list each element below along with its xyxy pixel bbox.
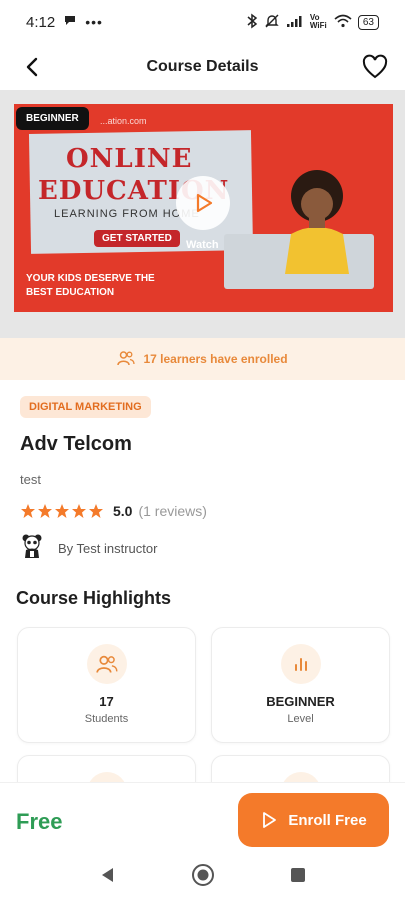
circle-home-icon <box>191 863 214 886</box>
star-rating <box>20 503 104 519</box>
play-icon <box>196 193 213 213</box>
level-badge: BEGINNER <box>16 107 89 130</box>
bar-chart-icon <box>280 644 321 684</box>
heart-icon <box>362 54 388 79</box>
users-icon <box>86 644 127 684</box>
enroll-button-label: Enroll Free <box>288 811 367 829</box>
course-preview[interactable]: ...ation.com ONLINE EDUCATION LEARNING F… <box>0 90 405 338</box>
star-icon <box>55 504 69 518</box>
instructor-name: By Test instructor <box>58 541 158 556</box>
back-button[interactable] <box>20 54 46 80</box>
students-label: Students <box>84 713 129 725</box>
bluetooth-icon <box>246 13 258 32</box>
network-label: Vo WiFi <box>309 13 327 30</box>
mute-icon <box>264 13 280 32</box>
nav-back-button[interactable] <box>99 866 117 889</box>
banner-cta: GET STARTED <box>94 230 180 247</box>
enrolled-text: 17 learners have enrolled <box>143 352 288 366</box>
rating-row: 5.0 (1 reviews) <box>20 503 207 519</box>
level-label: Level <box>287 713 314 725</box>
instructor-row[interactable]: By Test instructor <box>20 533 157 564</box>
course-subtitle: test <box>20 472 41 487</box>
enroll-button[interactable]: Enroll Free <box>238 793 389 847</box>
system-nav-bar <box>0 854 405 900</box>
square-recents-icon <box>290 867 305 882</box>
banner-tagline-line1: YOUR KIDS DESERVE THE <box>26 273 155 284</box>
review-count: (1 reviews) <box>138 503 207 519</box>
status-bar: 4:12 ••• Vo WiFi 63 <box>0 0 405 44</box>
wifi-icon <box>334 14 352 31</box>
banner-site: ...ation.com <box>100 116 147 126</box>
course-title: Adv Telcom <box>20 433 132 455</box>
signal-icon <box>286 14 304 31</box>
watch-label: Watch <box>186 239 219 251</box>
battery-indicator: 63 <box>357 14 379 30</box>
star-icon <box>72 504 86 518</box>
price-label: Free <box>16 809 63 834</box>
star-icon <box>38 504 52 518</box>
banner-tagline-line2: BEST EDUCATION <box>26 287 115 298</box>
students-value: 17 <box>99 694 114 709</box>
instructor-avatar <box>20 533 44 564</box>
enrolled-banner: 17 learners have enrolled <box>0 338 405 380</box>
highlight-card-students: 17 Students <box>17 627 196 743</box>
section-title-highlights: Course Highlights <box>16 588 172 608</box>
page-title: Course Details <box>146 58 259 75</box>
banner-headline-1: ONLINE <box>66 144 193 174</box>
favorite-button[interactable] <box>361 53 389 81</box>
star-icon <box>89 504 103 518</box>
student-illustration <box>285 170 349 274</box>
more-dots-icon: ••• <box>85 14 103 30</box>
level-value: BEGINNER <box>266 694 335 709</box>
chat-bubble-icon <box>63 13 77 31</box>
nav-recents-button[interactable] <box>289 866 307 889</box>
star-icon <box>21 504 35 518</box>
triangle-back-icon <box>101 867 113 882</box>
app-header: Course Details <box>0 44 405 90</box>
play-icon <box>263 812 277 828</box>
play-button[interactable] <box>176 176 230 230</box>
status-right: Vo WiFi 63 <box>246 13 379 32</box>
category-chip: DIGITAL MARKETING <box>20 396 151 418</box>
rating-value: 5.0 <box>113 503 133 519</box>
highlight-card-level: BEGINNER Level <box>211 627 390 743</box>
nav-home-button[interactable] <box>191 863 215 892</box>
bottom-action-bar: Free Enroll Free <box>0 782 405 855</box>
status-left: 4:12 ••• <box>26 13 103 31</box>
users-icon <box>117 350 136 369</box>
status-time: 4:12 <box>26 13 56 31</box>
chevron-left-icon <box>26 57 38 77</box>
banner-tagline: YOUR KIDS DESERVE THE BEST EDUCATION <box>26 272 155 300</box>
